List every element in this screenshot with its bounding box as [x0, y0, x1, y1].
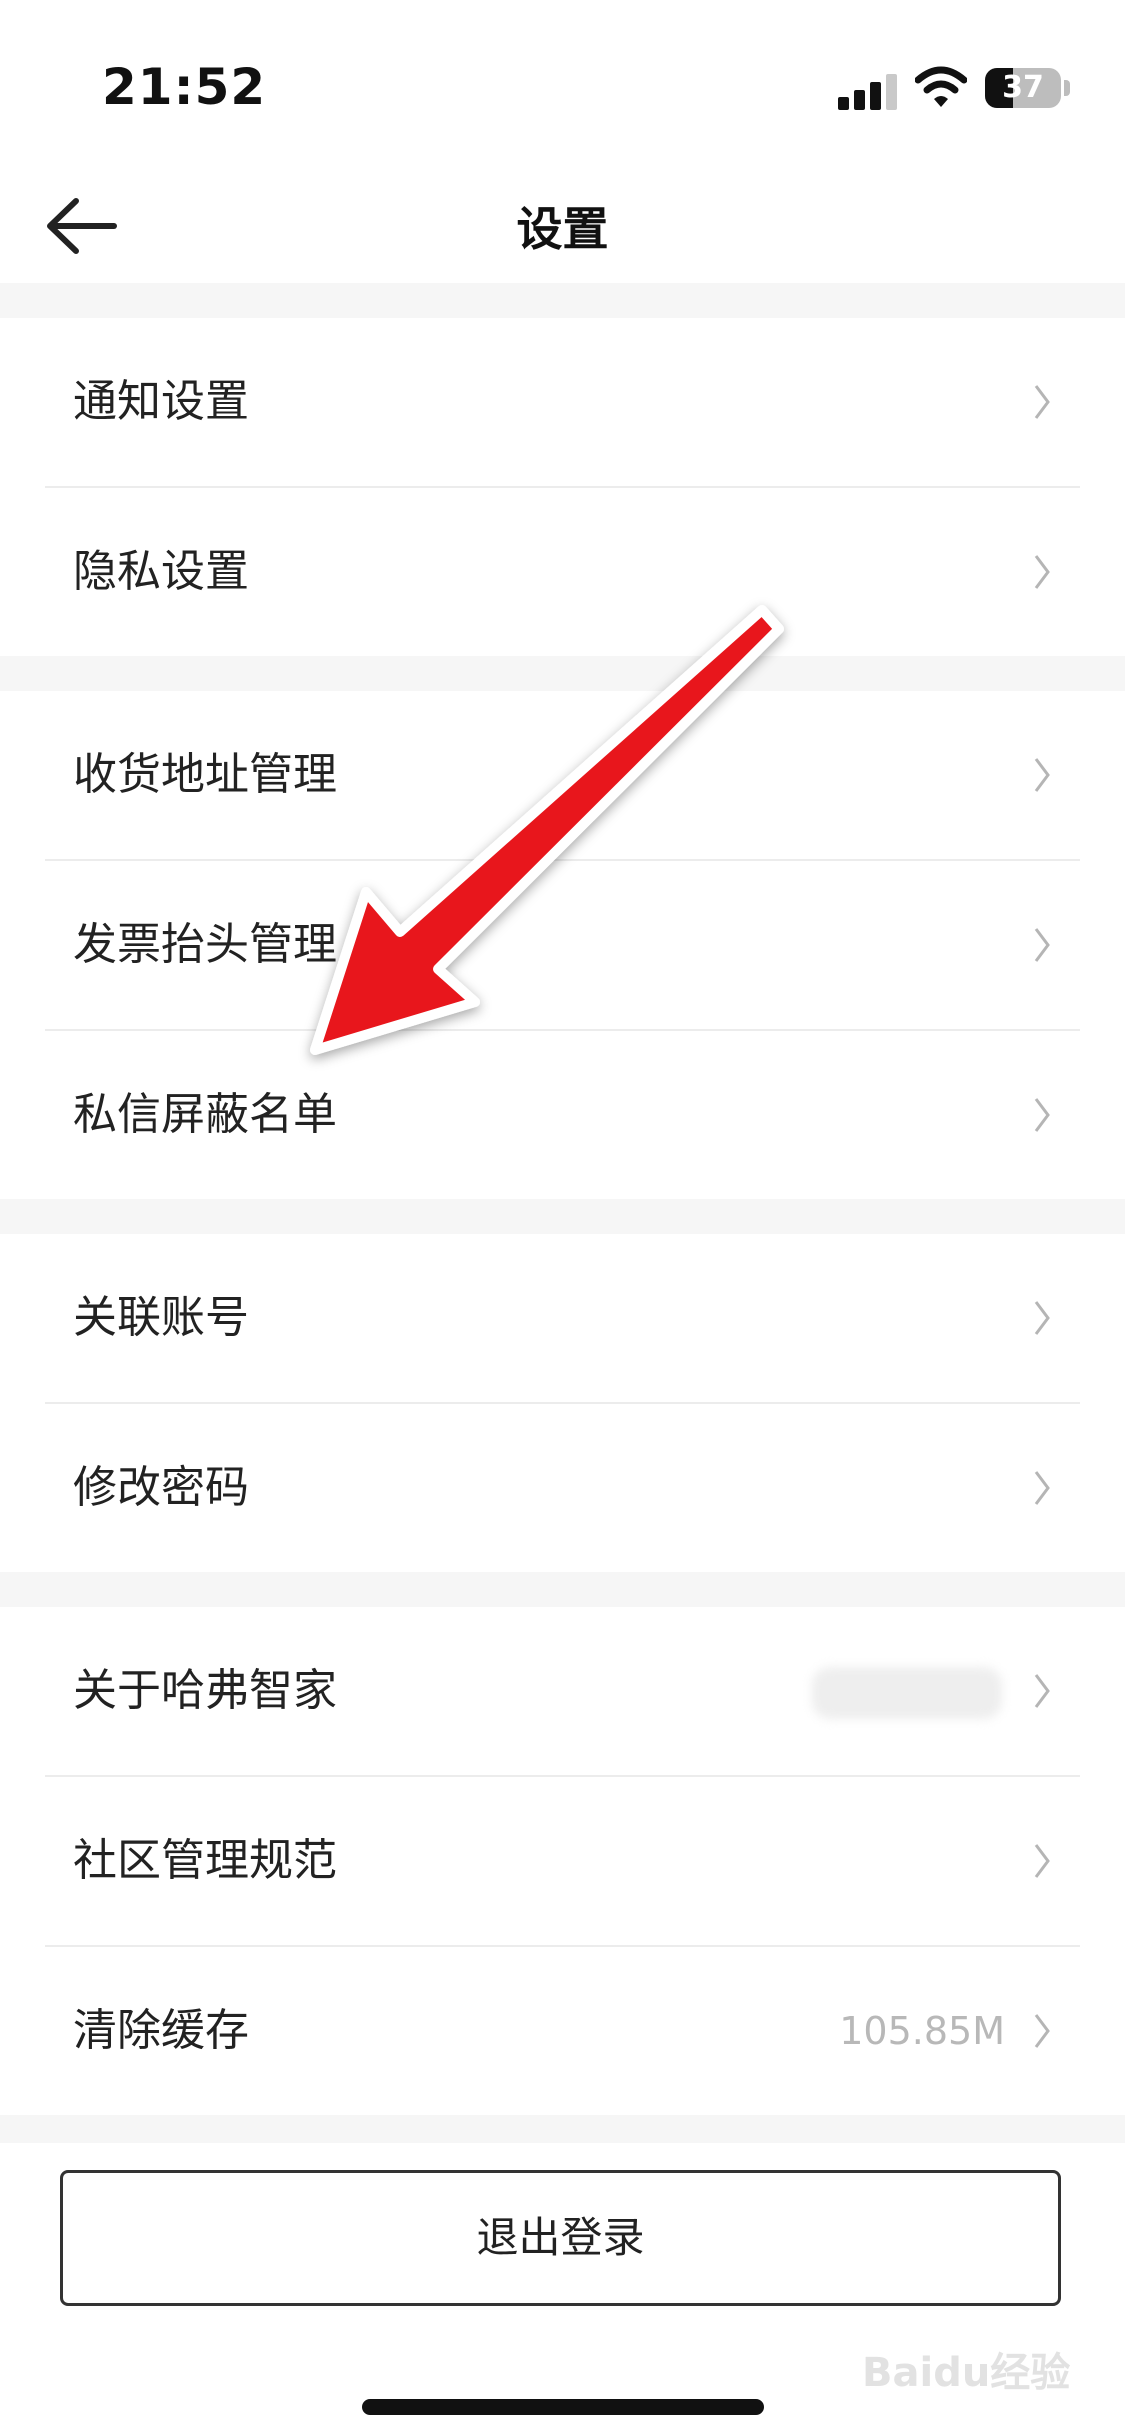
battery-tip: [1064, 80, 1070, 96]
cache-size-value: 105.85M: [839, 2009, 1005, 2053]
settings-group-about: 关于哈弗智家 社区管理规范 清除缓存 105.85M: [0, 1607, 1125, 2115]
page-title: 设置: [516, 202, 609, 256]
row-message-block-list[interactable]: 私信屏蔽名单: [45, 1031, 1080, 1199]
row-community-rules[interactable]: 社区管理规范: [45, 1777, 1080, 1947]
row-address-management[interactable]: 收货地址管理: [45, 691, 1080, 861]
watermark-text: Baidu经验: [862, 2350, 1071, 2396]
version-value-blurred: [812, 1667, 1002, 1719]
status-time: 21:52: [102, 58, 267, 116]
row-label: 私信屏蔽名单: [73, 1089, 337, 1140]
settings-group-account: 关联账号 修改密码: [0, 1234, 1125, 1572]
row-linked-accounts[interactable]: 关联账号: [45, 1234, 1080, 1404]
chevron-right-icon: [1034, 1098, 1050, 1132]
home-indicator[interactable]: [362, 2399, 764, 2415]
settings-list: 通知设置 隐私设置 收货地址管理 发票抬头管理 私信屏蔽名单 关联账号 修改密码: [0, 283, 1125, 2143]
chevron-right-icon: [1034, 2014, 1050, 2048]
battery-percent: 37: [1002, 70, 1044, 105]
row-change-password[interactable]: 修改密码: [45, 1404, 1080, 1572]
chevron-right-icon: [1034, 555, 1050, 589]
wifi-icon: [915, 66, 967, 107]
row-label: 隐私设置: [73, 546, 249, 597]
chevron-right-icon: [1034, 385, 1050, 419]
row-label: 通知设置: [73, 376, 249, 427]
row-label: 关联账号: [73, 1292, 249, 1343]
row-label: 修改密码: [73, 1462, 249, 1513]
row-invoice-title-management[interactable]: 发票抬头管理: [45, 861, 1080, 1031]
logout-button[interactable]: 退出登录: [60, 2170, 1061, 2306]
chevron-right-icon: [1034, 1471, 1050, 1505]
row-about-app[interactable]: 关于哈弗智家: [45, 1607, 1080, 1777]
row-label: 收货地址管理: [73, 749, 337, 800]
cellular-signal-icon: [838, 70, 898, 110]
row-label: 社区管理规范: [73, 1835, 337, 1886]
chevron-right-icon: [1034, 1844, 1050, 1878]
settings-group-notifications: 通知设置 隐私设置: [0, 318, 1125, 656]
chevron-right-icon: [1034, 758, 1050, 792]
row-privacy-settings[interactable]: 隐私设置: [45, 488, 1080, 656]
row-clear-cache[interactable]: 清除缓存 105.85M: [45, 1947, 1080, 2115]
status-bar: 21:52 37: [0, 0, 1125, 175]
settings-group-management: 收货地址管理 发票抬头管理 私信屏蔽名单: [0, 691, 1125, 1199]
row-label: 发票抬头管理: [73, 919, 337, 970]
battery-icon: 37: [985, 68, 1061, 108]
nav-bar: 设置: [0, 175, 1125, 283]
row-notification-settings[interactable]: 通知设置: [45, 318, 1080, 488]
row-label: 清除缓存: [73, 2005, 249, 2056]
chevron-right-icon: [1034, 1674, 1050, 1708]
row-label: 关于哈弗智家: [73, 1665, 337, 1716]
chevron-right-icon: [1034, 1301, 1050, 1335]
chevron-right-icon: [1034, 928, 1050, 962]
